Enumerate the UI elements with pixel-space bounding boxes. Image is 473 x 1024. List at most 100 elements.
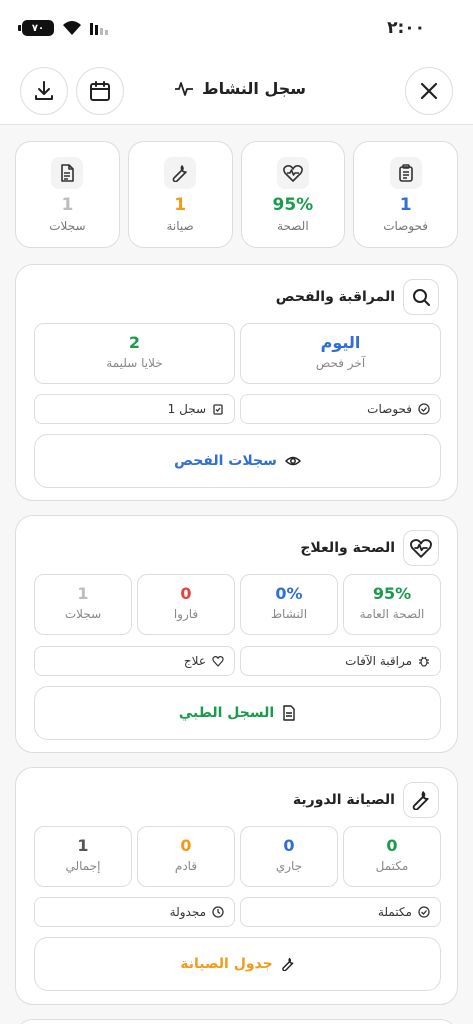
metric-value: 0 [386, 836, 398, 855]
chip-label: مجدولة [169, 905, 206, 919]
metric-varroa: 0 فاروا [137, 574, 235, 635]
section-header: الصحة والعلاج [300, 530, 439, 566]
stat-label: سجلات [49, 219, 86, 233]
stat-label: الصحة [277, 219, 309, 233]
stat-label: صيانة [166, 219, 194, 233]
battery-icon: ٧٠ [18, 20, 54, 36]
stat-card-inspections: 1 فحوصات [353, 141, 458, 248]
metric-value: 0 [283, 836, 295, 855]
section-title: الصيانة الدورية [292, 792, 395, 808]
page-title: سجل النشاط [150, 79, 330, 98]
chip-label: مكتملة [377, 905, 412, 919]
metric-label: قادم [174, 859, 198, 873]
metric-label: جاري [275, 859, 303, 873]
wrench-icon [164, 157, 197, 189]
chip-treatment[interactable]: علاج [34, 646, 235, 676]
stats-row: 1 فحوصات 95% الصحة 1 صيانة 1 سجلات [15, 141, 458, 248]
metric-label: خلايا سليمة [106, 356, 163, 370]
document-icon [283, 705, 295, 721]
stat-value: 95% [272, 195, 314, 215]
metric-value: 95% [372, 584, 412, 603]
metric-label: إجمالي [65, 859, 101, 873]
metric-activity: 0% النشاط [240, 574, 338, 635]
metric-value: 0 [180, 584, 192, 603]
bug-icon [419, 656, 429, 667]
metric-label: فاروا [173, 607, 199, 621]
chip-label: مراقبة الآفات [345, 654, 412, 668]
close-button[interactable] [405, 67, 453, 115]
metric-upcoming: 0 قادم [137, 826, 235, 887]
metric-label: النشاط [270, 607, 308, 621]
stat-card-maintenance: 1 صيانة [127, 141, 233, 248]
section-header: الصيانة الدورية [293, 782, 439, 818]
wifi-icon [63, 21, 81, 35]
chip-label: فحوصات [367, 402, 412, 416]
document-icon [51, 157, 84, 189]
metric-completed: 0 مكتمل [343, 826, 441, 887]
metric-value: 1 [77, 836, 89, 855]
maintenance-schedule-button[interactable]: جدول الصيانة [34, 937, 441, 991]
metric-value: 1 [77, 584, 89, 603]
button-label: السجل الطبي [178, 705, 275, 721]
health-section: الصحة والعلاج 95% الصحة العامة 0% النشاط… [15, 515, 458, 753]
chip-completed[interactable]: مكتملة [240, 897, 441, 927]
status-time: ٢:٠٠ [387, 18, 425, 38]
section-title: المراقبة والفحص [275, 289, 395, 305]
status-icons: ٧٠ [18, 20, 108, 36]
section-header: المراقبة والفحص [276, 279, 439, 315]
signal-icon [90, 21, 108, 35]
chip-record-count[interactable]: 1 سجل [34, 394, 235, 424]
stat-card-health: 95% الصحة [240, 141, 346, 248]
next-section [15, 1019, 458, 1024]
chip-pest-monitoring[interactable]: مراقبة الآفات [240, 646, 441, 676]
metric-label: مكتمل [375, 859, 409, 873]
stat-card-records: 1 سجلات [15, 141, 120, 248]
metric-label: آخر فحص [315, 356, 366, 370]
medical-record-button[interactable]: السجل الطبي [34, 686, 441, 740]
maintenance-section: الصيانة الدورية 0 مكتمل 0 جاري 0 قادم 1 … [15, 767, 458, 1005]
eye-icon [284, 456, 301, 466]
chip-label: 1 سجل [167, 402, 206, 416]
wrench-icon [281, 957, 294, 971]
header: سجل النشاط [0, 60, 473, 125]
status-bar: ٧٠ ٢:٠٠ [0, 0, 473, 60]
chip-scheduled[interactable]: مجدولة [34, 897, 235, 927]
metric-overall-health: 95% الصحة العامة [343, 574, 441, 635]
wrench-icon [403, 782, 439, 818]
metric-healthy-cells: 2 خلايا سليمة [34, 323, 235, 384]
monitoring-section: المراقبة والفحص اليوم آخر فحص 2 خلايا سل… [15, 264, 458, 501]
calendar-icon [90, 81, 110, 101]
download-button[interactable] [20, 67, 68, 115]
stat-value: 1 [61, 195, 74, 215]
stat-label: فحوصات [383, 219, 429, 233]
metric-records: 1 سجلات [34, 574, 132, 635]
clipboard-check-icon [213, 404, 223, 415]
metric-total: 1 إجمالي [34, 826, 132, 887]
metric-in-progress: 0 جاري [240, 826, 338, 887]
check-circle-icon [418, 403, 430, 415]
heart-pulse-icon [276, 157, 309, 189]
check-circle-icon [418, 906, 430, 918]
metric-value: اليوم [320, 333, 361, 352]
metric-value: 2 [128, 333, 141, 352]
button-label: سجلات الفحص [174, 453, 277, 469]
button-label: جدول الصيانة [180, 956, 273, 972]
stat-value: 1 [399, 195, 412, 215]
chip-label: علاج [183, 654, 206, 668]
inspection-records-button[interactable]: سجلات الفحص [34, 434, 441, 488]
activity-icon [174, 81, 193, 96]
clock-icon [212, 906, 224, 918]
metric-value: 0% [275, 584, 303, 603]
close-icon [420, 82, 438, 100]
calendar-button[interactable] [76, 67, 124, 115]
metric-value: 0 [180, 836, 192, 855]
stat-value: 1 [174, 195, 187, 215]
heart-icon [212, 655, 224, 667]
download-icon [35, 81, 53, 100]
heart-pulse-icon [403, 530, 439, 566]
metric-label: سجلات [64, 607, 102, 621]
chip-inspections[interactable]: فحوصات [240, 394, 441, 424]
metric-last-inspection: اليوم آخر فحص [240, 323, 441, 384]
search-icon [403, 279, 439, 315]
section-title: الصحة والعلاج [300, 540, 395, 556]
